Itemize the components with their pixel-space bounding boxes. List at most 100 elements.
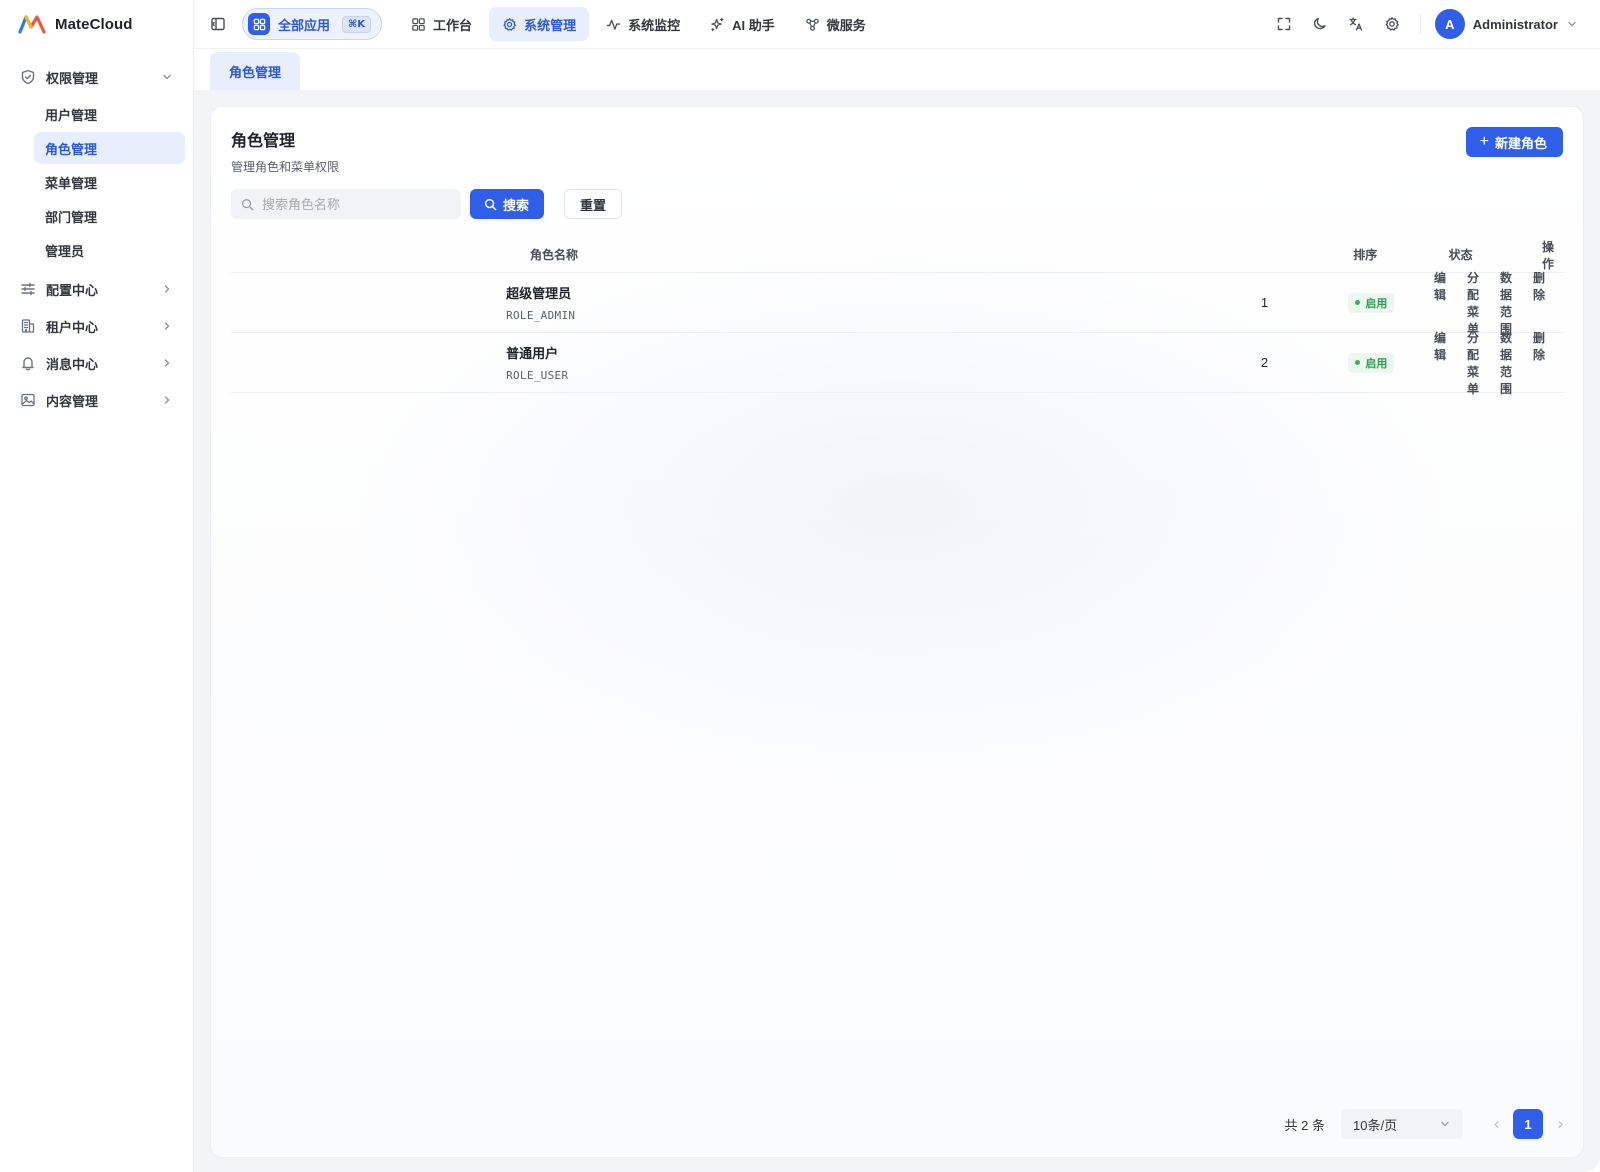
- role-name: 普通用户: [506, 346, 559, 361]
- shield-icon: [21, 69, 35, 85]
- role-cell: 普通用户 ROLE_USER: [495, 343, 1261, 382]
- sidebar-item-menus[interactable]: 菜单管理: [34, 166, 185, 198]
- sidebar-item-users[interactable]: 用户管理: [34, 98, 185, 130]
- search-box: [231, 189, 461, 219]
- gear-icon: [1385, 17, 1399, 31]
- sidebar: MateCloud 权限管理 用户管理 角色管理 菜单管理 部门管理 管理员 配…: [0, 0, 194, 1172]
- top-nav: 工作台 系统管理 系统监控 AI 助手 微服务: [398, 7, 879, 41]
- sliders-icon: [21, 282, 35, 296]
- status-cell: 启用: [1348, 352, 1434, 373]
- sidebar-group-content[interactable]: 内容管理: [0, 385, 193, 415]
- sidebar-item-departments[interactable]: 部门管理: [34, 200, 185, 232]
- tab-label: 系统监控: [628, 17, 681, 33]
- assign-menu-link[interactable]: 分配菜单: [1467, 329, 1479, 397]
- page-tab-roles[interactable]: 角色管理: [210, 52, 301, 90]
- new-role-label: 新建角色: [1494, 135, 1547, 151]
- edit-link[interactable]: 编辑: [1434, 269, 1446, 337]
- row-actions: 编辑 分配菜单 数据范围 删除: [1434, 269, 1554, 337]
- search-input[interactable]: [262, 196, 452, 212]
- chevron-right-icon: [164, 396, 170, 404]
- column-header-name: 角色名称: [530, 248, 579, 262]
- column-header-ops-label: 操作: [1542, 239, 1555, 271]
- sidebar-collapsed-groups: 配置中心 租户中心 消息中心 内容管理: [0, 274, 193, 415]
- tab-system-monitor[interactable]: 系统监控: [593, 7, 693, 41]
- settings-button[interactable]: [1378, 10, 1406, 38]
- page-title: 角色管理: [231, 133, 296, 150]
- sidebar-group-message[interactable]: 消息中心: [0, 348, 193, 378]
- fullscreen-button[interactable]: [1270, 10, 1298, 38]
- plus-icon: +: [1479, 133, 1489, 150]
- all-apps-button[interactable]: 全部应用 ⌘K: [242, 8, 383, 40]
- page-size-value: 10条/页: [1353, 1117, 1398, 1133]
- sidebar-group-label: 配置中心: [46, 282, 99, 298]
- roles-table: 角色名称 排序 状态 操作 超级管理员 ROLE_ADMIN 1 启用 编辑 分…: [231, 237, 1565, 396]
- card-header: 角色管理 管理角色和菜单权限: [231, 127, 339, 175]
- next-page-button[interactable]: [1549, 1109, 1571, 1139]
- sidebar-submenu-permission: 用户管理 角色管理 菜单管理 部门管理 管理员: [0, 98, 193, 266]
- edit-link[interactable]: 编辑: [1434, 329, 1446, 397]
- chevron-right-icon: [164, 359, 170, 367]
- chevron-down-icon: [163, 74, 171, 80]
- user-menu[interactable]: A Administrator: [1434, 9, 1578, 39]
- table-row: 普通用户 ROLE_USER 2 启用 编辑 分配菜单 数据范围 删除: [231, 331, 1565, 396]
- brand-name: MateCloud: [55, 15, 133, 33]
- tab-system-management[interactable]: 系统管理: [489, 7, 590, 41]
- column-header-status: 状态: [1448, 248, 1473, 262]
- new-role-button[interactable]: + 新建角色: [1465, 127, 1563, 157]
- sidebar-group-label: 权限管理: [46, 70, 99, 86]
- role-management-card: 角色管理 管理角色和菜单权限 + 新建角色 搜索 重置: [210, 106, 1584, 1158]
- chevron-right-icon: [164, 285, 170, 293]
- status-dot-icon: [1355, 300, 1361, 306]
- sidebar-toggle-icon: [211, 17, 225, 31]
- shortcut-badge: ⌘K: [342, 15, 372, 33]
- user-name: Administrator: [1472, 16, 1558, 32]
- search-button[interactable]: 搜索: [470, 189, 545, 219]
- network-icon: [805, 18, 819, 31]
- sidebar-group-permission[interactable]: 权限管理: [0, 62, 193, 92]
- matecloud-logo-icon: [18, 15, 46, 34]
- page-size-select[interactable]: 10条/页: [1341, 1109, 1463, 1139]
- prev-page-button[interactable]: [1485, 1109, 1507, 1139]
- moon-icon: [1313, 17, 1326, 30]
- table-header: 角色名称 排序 状态 操作: [231, 237, 1565, 273]
- role-name: 超级管理员: [506, 286, 572, 301]
- sidebar-item-admins[interactable]: 管理员: [34, 234, 185, 266]
- tab-ai-assistant[interactable]: AI 助手: [697, 7, 788, 41]
- sidebar-item-roles[interactable]: 角色管理: [34, 132, 185, 164]
- tab-workbench[interactable]: 工作台: [398, 7, 485, 41]
- language-button[interactable]: [1342, 10, 1370, 38]
- tab-label: 系统管理: [524, 17, 577, 33]
- dark-mode-button[interactable]: [1306, 10, 1334, 38]
- sidebar-toggle-button[interactable]: [204, 10, 232, 38]
- delete-link[interactable]: 删除: [1533, 329, 1545, 397]
- total-count: 共 2 条: [1284, 1117, 1325, 1133]
- reset-button[interactable]: 重置: [564, 189, 623, 219]
- role-code: ROLE_USER: [506, 369, 569, 382]
- sidebar-group-label: 内容管理: [46, 393, 99, 409]
- apps-grid-icon: [248, 13, 270, 35]
- chevron-left-icon: [1493, 1120, 1499, 1128]
- topbar-actions: A Administrator: [1270, 0, 1578, 48]
- delete-link[interactable]: 删除: [1533, 269, 1545, 337]
- status-label: 启用: [1365, 297, 1388, 310]
- topbar: 全部应用 ⌘K 工作台 系统管理 系统监控 AI 助手 微服务 A Admini…: [194, 0, 1600, 48]
- divider: [1419, 14, 1421, 34]
- data-scope-link[interactable]: 数据范围: [1500, 269, 1512, 337]
- sparkle-icon: [711, 17, 724, 31]
- page-number-button[interactable]: 1: [1513, 1109, 1543, 1139]
- status-label: 启用: [1365, 357, 1388, 370]
- sidebar-item-label: 部门管理: [45, 209, 98, 225]
- tab-microservices[interactable]: 微服务: [792, 7, 879, 41]
- status-badge: 启用: [1348, 352, 1395, 373]
- sidebar-group-config[interactable]: 配置中心: [0, 274, 193, 304]
- sidebar-item-label: 管理员: [45, 243, 85, 259]
- sidebar-group-tenant[interactable]: 租户中心: [0, 311, 193, 341]
- sort-value: 1: [1260, 294, 1269, 310]
- role-cell: 超级管理员 ROLE_ADMIN: [495, 283, 1261, 322]
- brand[interactable]: MateCloud: [0, 0, 193, 48]
- status-badge: 启用: [1348, 292, 1395, 313]
- table-row: 超级管理员 ROLE_ADMIN 1 启用 编辑 分配菜单 数据范围 删除: [231, 271, 1565, 336]
- assign-menu-link[interactable]: 分配菜单: [1467, 269, 1479, 337]
- image-icon: [21, 393, 35, 407]
- data-scope-link[interactable]: 数据范围: [1500, 329, 1512, 397]
